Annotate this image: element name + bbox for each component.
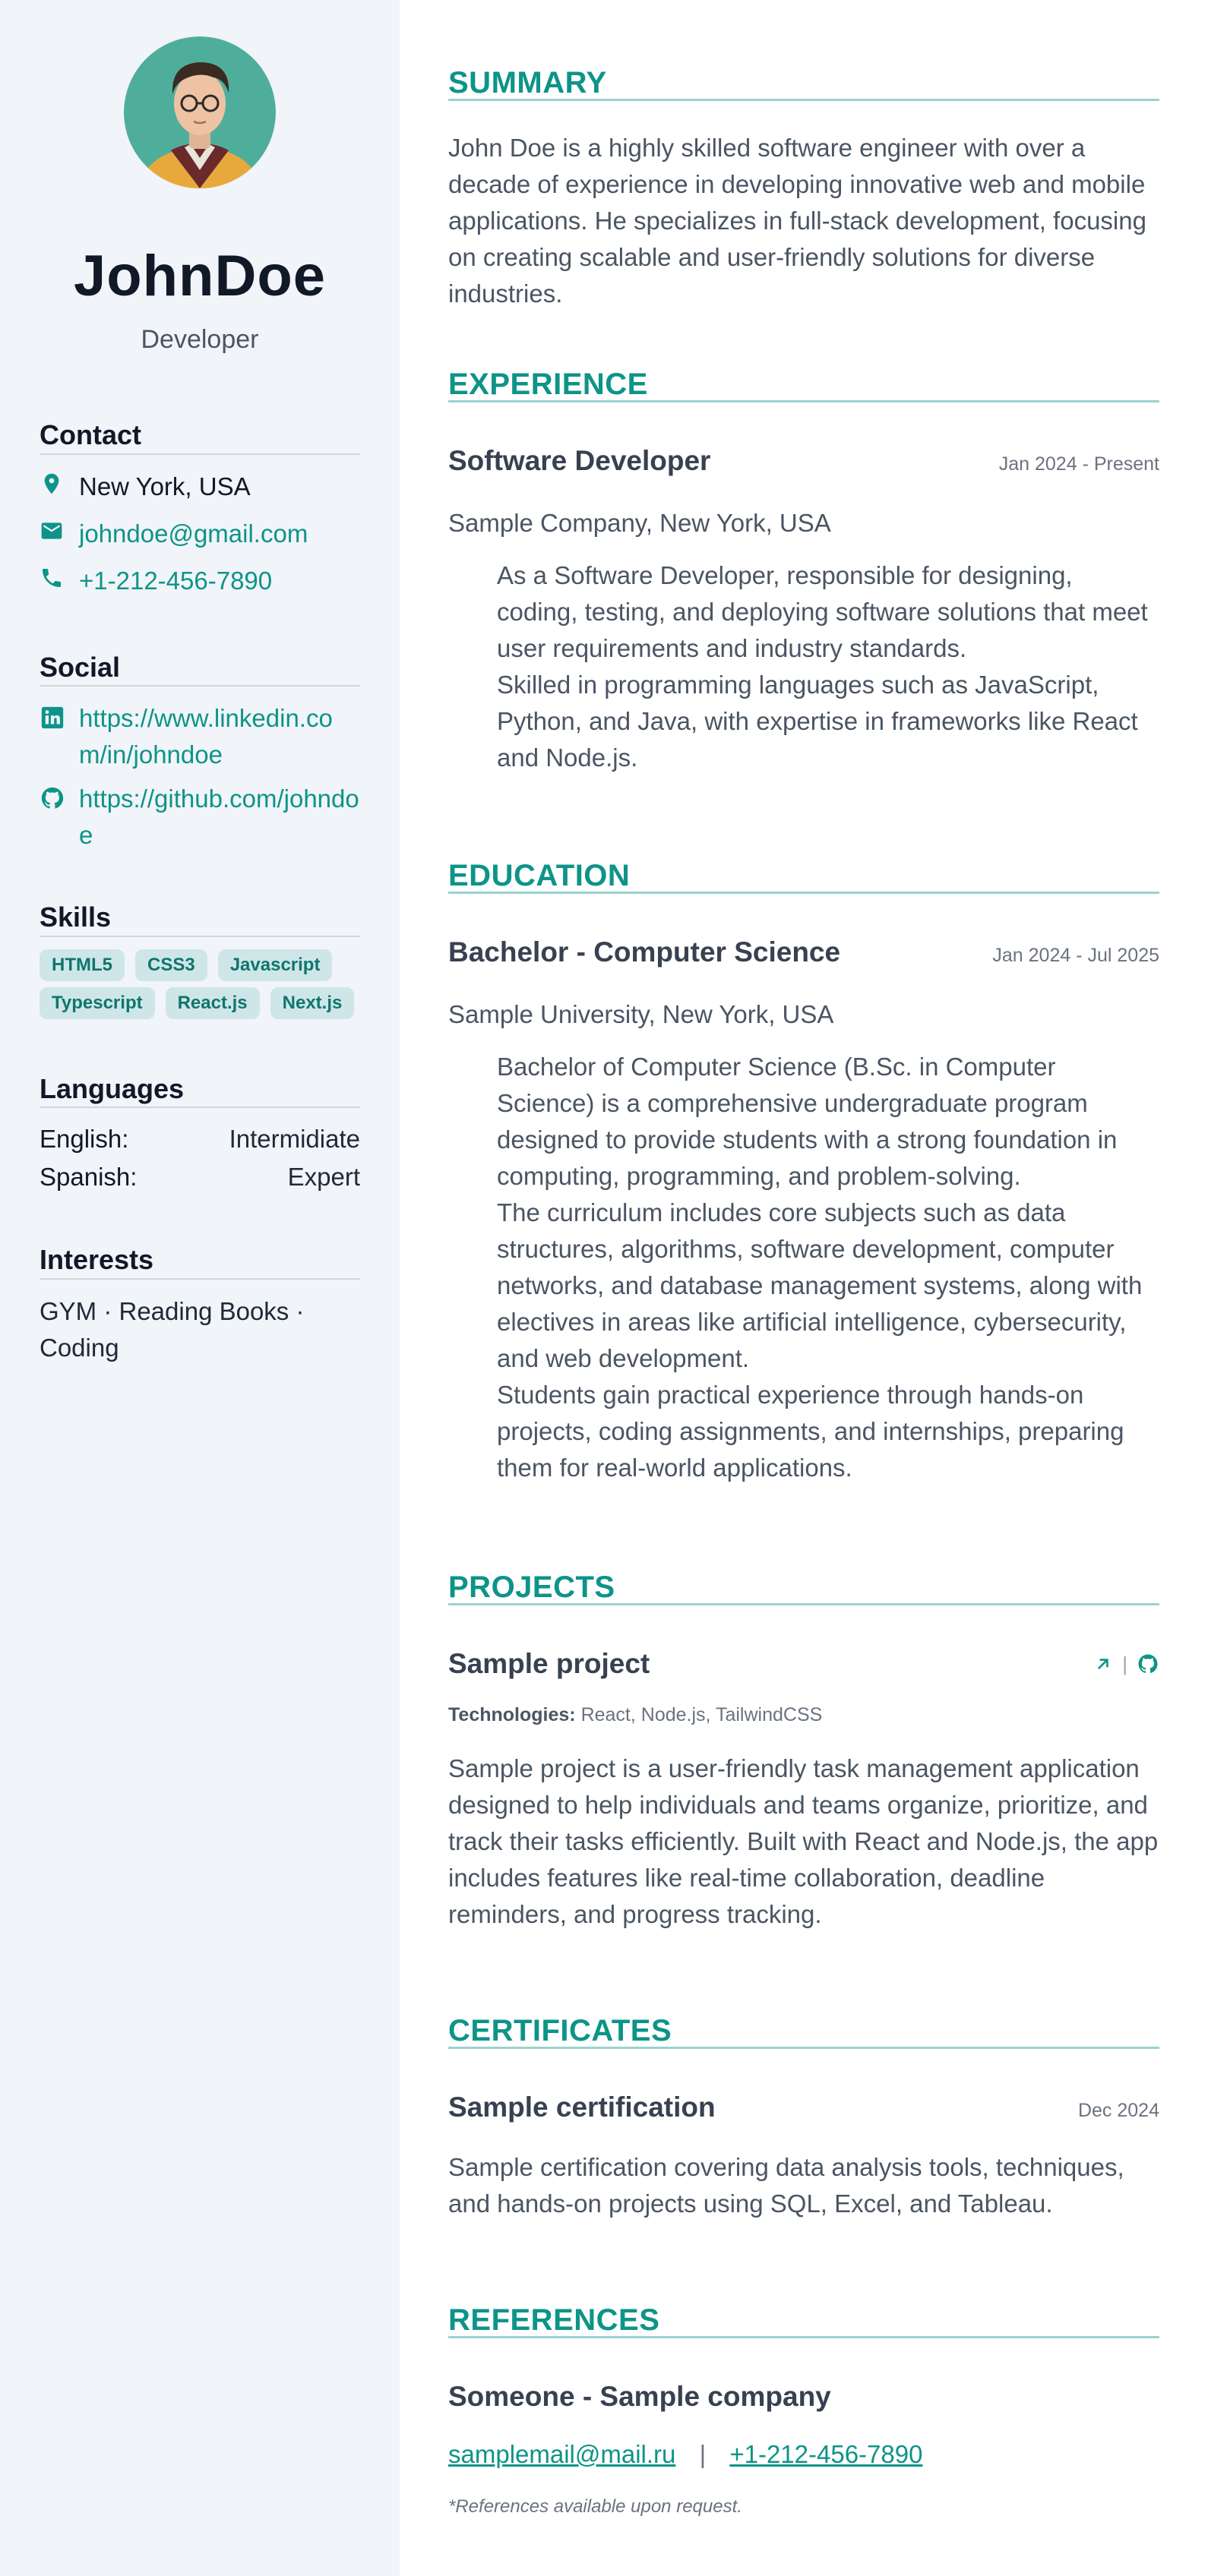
social-heading: Social: [40, 652, 360, 687]
education-description: Bachelor of Computer Science (B.Sc. in C…: [448, 1049, 1159, 1486]
reference-email-link[interactable]: samplemail@mail.ru: [448, 2440, 675, 2468]
contact-heading: Contact: [40, 420, 360, 455]
certificates-section: CERTIFICATES Sample certification Dec 20…: [448, 2015, 1159, 2222]
certificate-description: Sample certification covering data analy…: [448, 2153, 1124, 2218]
experience-heading: EXPERIENCE: [448, 368, 1159, 402]
languages-heading: Languages: [40, 1074, 360, 1109]
description-line: The curriculum includes core subjects su…: [497, 1198, 1143, 1372]
phone-icon: [43, 568, 61, 587]
technologies-label: Technologies:: [448, 1704, 576, 1725]
references-heading: REFERENCES: [448, 2304, 1159, 2338]
certificate-date: Dec 2024: [1077, 2100, 1159, 2121]
contact-location: New York, USA: [40, 469, 360, 505]
language-row: English: Intermidiate: [40, 1125, 360, 1154]
interests-section: Interests GYM · Reading Books · Coding: [40, 1245, 360, 1366]
social-linkedin[interactable]: https://www.linkedin.com/in/johndoe: [40, 700, 360, 773]
avatar: [124, 36, 276, 188]
degree-date: Jan 2024 - Jul 2025: [992, 945, 1159, 966]
github-icon[interactable]: [1137, 1653, 1159, 1675]
project-item-header: Sample project |: [448, 1648, 1159, 1680]
education-heading: EDUCATION: [448, 860, 1159, 894]
project-links: |: [1093, 1653, 1159, 1676]
skill-tag: React.js: [165, 987, 260, 1019]
external-link-icon[interactable]: [1093, 1654, 1113, 1674]
location-pin-icon: [44, 473, 59, 494]
language-level: Intermidiate: [229, 1125, 360, 1154]
interests-heading: Interests: [40, 1245, 360, 1280]
reference-phone-link[interactable]: +1-212-456-7890: [729, 2440, 922, 2468]
sidebar: JohnDoe Developer Contact New York, USA …: [0, 0, 400, 2576]
summary-text: John Doe is a highly skilled software en…: [448, 134, 1146, 308]
linkedin-icon: [41, 707, 64, 729]
project-title: Sample project: [448, 1648, 650, 1679]
certificate-title: Sample certification: [448, 2091, 716, 2123]
reference-contacts: samplemail@mail.ru | +1-212-456-7890: [448, 2440, 1159, 2469]
interests-text: GYM · Reading Books · Coding: [40, 1296, 305, 1362]
language-row: Spanish: Expert: [40, 1163, 360, 1192]
skills-list: HTML5 CSS3 Javascript Typescript React.j…: [40, 949, 360, 1019]
references-section: REFERENCES Someone - Sample company samp…: [448, 2304, 1159, 2518]
skill-tag: CSS3: [135, 949, 207, 981]
contact-section: Contact New York, USA johndoe@gmail.com …: [40, 420, 360, 599]
project-technologies: Technologies: React, Node.js, TailwindCS…: [448, 1704, 1159, 1726]
certificates-heading: CERTIFICATES: [448, 2015, 1159, 2049]
certificate-item-header: Sample certification Dec 2024: [448, 2091, 1159, 2123]
contact-email[interactable]: johndoe@gmail.com: [40, 516, 360, 552]
language-name: English:: [40, 1125, 129, 1154]
summary-section: SUMMARY John Doe is a highly skilled sof…: [448, 67, 1159, 312]
technologies-list: React, Node.js, TailwindCSS: [580, 1704, 823, 1725]
resume-page: JohnDoe Developer Contact New York, USA …: [0, 0, 1208, 2576]
reference-title: Someone - Sample company: [448, 2381, 831, 2412]
mail-icon: [41, 522, 62, 539]
linkedin-link[interactable]: https://www.linkedin.com/in/johndoe: [79, 700, 360, 773]
social-section: Social https://www.linkedin.com/in/johnd…: [40, 652, 360, 854]
phone-link[interactable]: +1-212-456-7890: [79, 563, 272, 599]
education-section: EDUCATION Bachelor - Computer Science Ja…: [448, 860, 1159, 1486]
description-line: Students gain practical experience throu…: [497, 1381, 1124, 1482]
company-name: Sample Company, New York, USA: [448, 509, 831, 537]
skill-tag: Typescript: [40, 987, 155, 1019]
projects-section: PROJECTS Sample project | Technologies: …: [448, 1571, 1159, 1933]
social-github[interactable]: https://github.com/johndoe: [40, 781, 360, 854]
language-level: Expert: [287, 1163, 360, 1192]
skills-section: Skills HTML5 CSS3 Javascript Typescript …: [40, 902, 360, 1019]
reference-separator: |: [699, 2440, 707, 2468]
profile-name: JohnDoe: [73, 244, 327, 308]
summary-heading: SUMMARY: [448, 67, 1159, 101]
projects-heading: PROJECTS: [448, 1571, 1159, 1605]
skills-heading: Skills: [40, 902, 360, 937]
experience-item-header: Software Developer Jan 2024 - Present: [448, 445, 1159, 477]
job-date: Jan 2024 - Present: [998, 453, 1159, 475]
description-line: Skilled in programming languages such as…: [497, 671, 1138, 772]
profile-role: Developer: [141, 325, 259, 354]
job-title: Software Developer: [448, 445, 711, 476]
email-link[interactable]: johndoe@gmail.com: [79, 516, 308, 552]
link-separator: |: [1122, 1652, 1127, 1675]
school-name: Sample University, New York, USA: [448, 1000, 834, 1028]
skill-tag: Javascript: [217, 949, 333, 981]
skill-tag: Next.js: [270, 987, 355, 1019]
location-text: New York, USA: [79, 472, 251, 500]
skill-tag: HTML5: [40, 949, 125, 981]
experience-description: As a Software Developer, responsible for…: [448, 557, 1159, 776]
language-name: Spanish:: [40, 1163, 138, 1192]
project-description: Sample project is a user-friendly task m…: [448, 1754, 1159, 1928]
contact-phone[interactable]: +1-212-456-7890: [40, 563, 360, 599]
description-line: As a Software Developer, responsible for…: [497, 561, 1148, 662]
references-note: *References available upon request.: [448, 2496, 742, 2517]
github-icon: [41, 788, 64, 809]
main-content: SUMMARY John Doe is a highly skilled sof…: [400, 0, 1208, 2576]
experience-section: EXPERIENCE Software Developer Jan 2024 -…: [448, 368, 1159, 776]
description-line: Bachelor of Computer Science (B.Sc. in C…: [497, 1053, 1118, 1190]
degree-title: Bachelor - Computer Science: [448, 936, 841, 968]
languages-section: Languages English: Intermidiate Spanish:…: [40, 1074, 360, 1192]
github-link[interactable]: https://github.com/johndoe: [79, 781, 360, 854]
education-item-header: Bachelor - Computer Science Jan 2024 - J…: [448, 936, 1159, 968]
